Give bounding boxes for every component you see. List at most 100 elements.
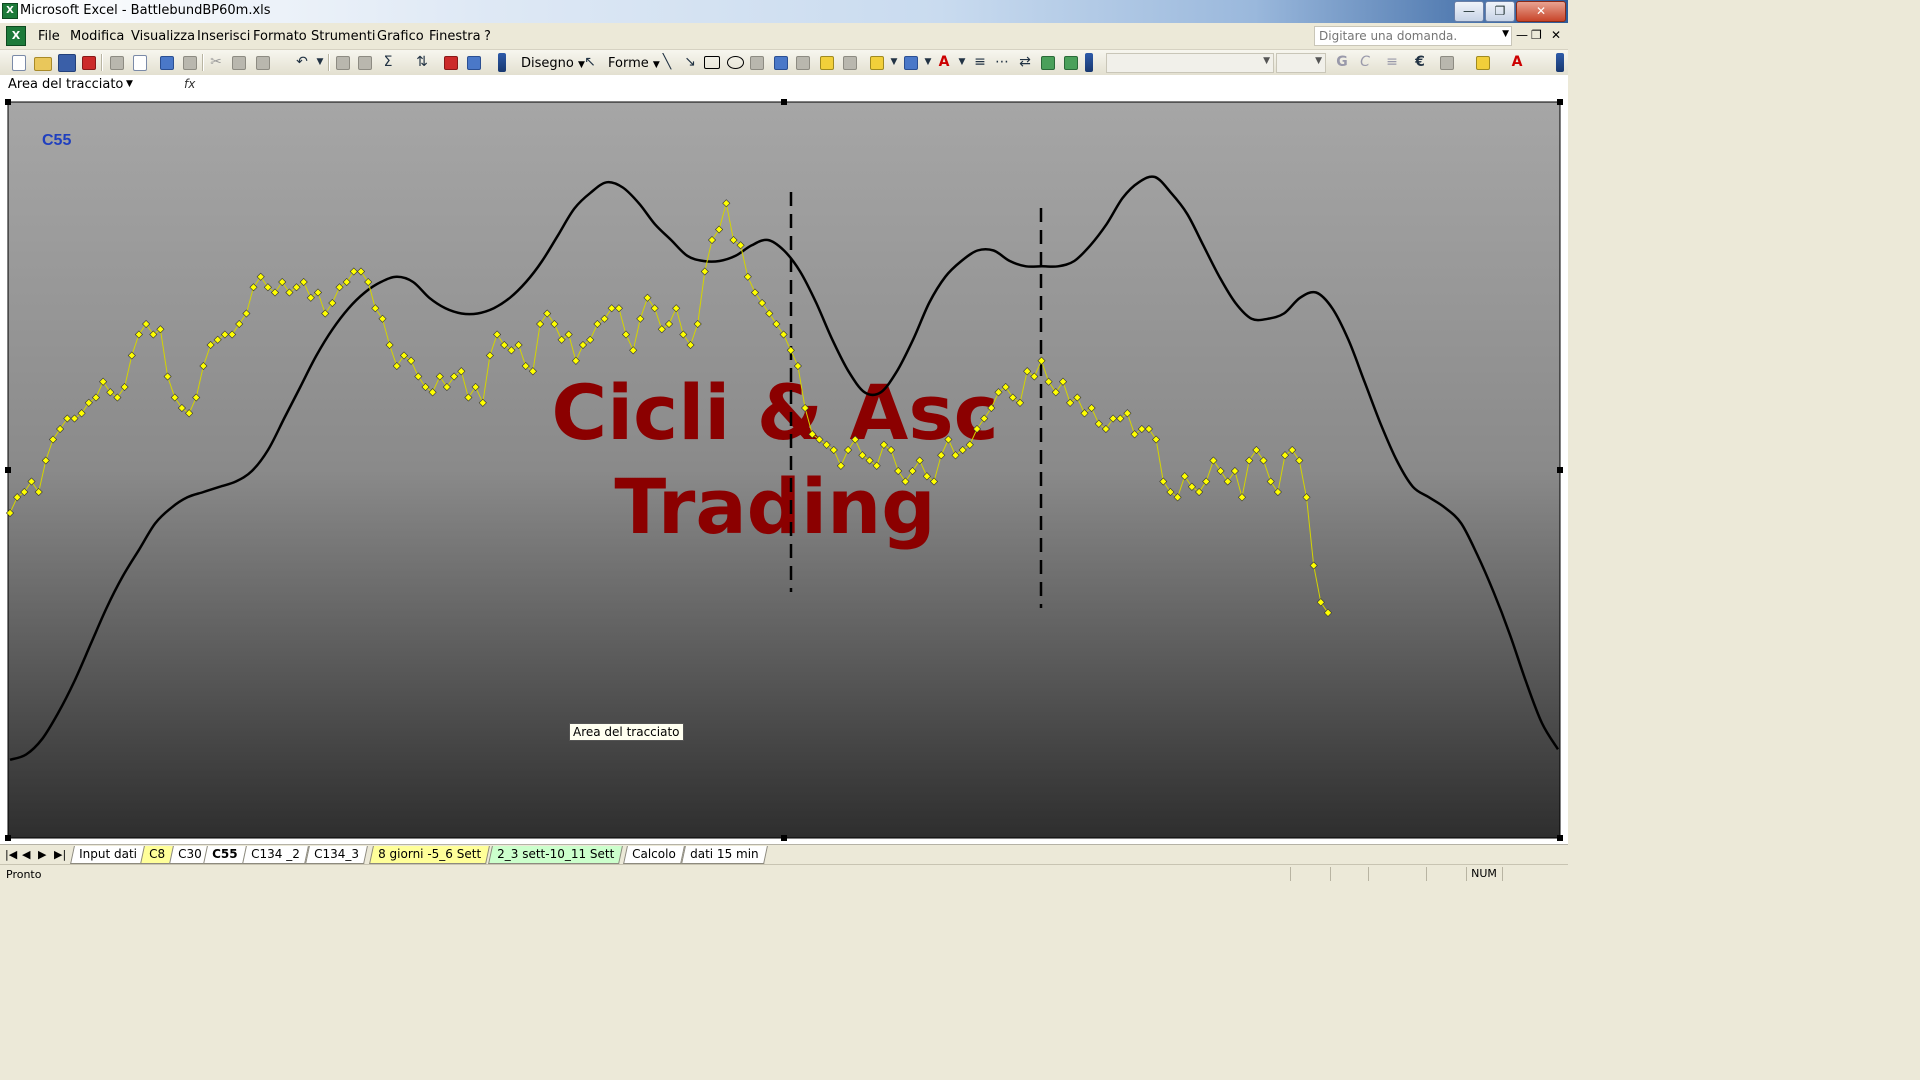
research-icon[interactable]	[183, 56, 197, 70]
rectangle-tool-icon[interactable]	[704, 56, 720, 69]
last-sheet-icon[interactable]: ▶|	[54, 848, 66, 861]
new-document-icon[interactable]	[12, 55, 26, 71]
next-sheet-icon[interactable]: ▶	[38, 848, 46, 861]
wordart-icon[interactable]	[774, 56, 788, 70]
sum-icon[interactable]: Σ	[380, 54, 396, 70]
copy-icon[interactable]	[232, 56, 246, 70]
status-pane	[1290, 867, 1329, 881]
dash-style-icon[interactable]: ⋯	[994, 54, 1010, 70]
select-pointer-icon[interactable]: ↖	[582, 54, 598, 70]
sheet-tab-8-giorni[interactable]: 8 giorni -5_6 Sett	[369, 846, 490, 864]
save-icon[interactable]	[58, 54, 76, 72]
textbox-tool-icon[interactable]	[750, 56, 764, 70]
forme-menu[interactable]: Forme ▼	[608, 56, 660, 71]
chart-icon[interactable]	[444, 56, 458, 70]
toolbar-options-icon[interactable]	[498, 53, 506, 72]
chevron-down-icon[interactable]: ▼	[920, 54, 936, 70]
chevron-down-icon[interactable]: ▼	[886, 54, 902, 70]
help-icon[interactable]	[467, 56, 481, 70]
selection-handle[interactable]	[5, 835, 11, 841]
chart-area[interactable]: C55 Cicli & Asc Trading Area del traccia…	[0, 96, 1568, 844]
sheet-tab-2-3-sett[interactable]: 2_3 sett-10_11 Sett	[488, 846, 624, 864]
selection-handle[interactable]	[5, 467, 11, 473]
fill-color-icon[interactable]	[870, 56, 884, 70]
sheet-tab-calcolo[interactable]: Calcolo	[623, 846, 685, 864]
menu-grafico[interactable]: Grafico	[377, 29, 424, 44]
restore-button[interactable]: ❐	[1485, 1, 1515, 22]
selection-handle[interactable]	[1557, 467, 1563, 473]
arrow-style-icon[interactable]: ⇄	[1017, 54, 1033, 70]
menu-visualizza[interactable]: Visualizza	[131, 29, 195, 44]
spelling-icon[interactable]	[160, 56, 174, 70]
menu-inserisci[interactable]: Inserisci	[197, 29, 250, 44]
oval-tool-icon[interactable]	[727, 56, 744, 69]
toolbar-options-icon[interactable]	[1085, 53, 1093, 72]
ask-question-box[interactable]: ▼	[1314, 26, 1512, 46]
insert-picture-icon[interactable]	[843, 56, 857, 70]
sheet-tab-c134-2[interactable]: C134 _2	[242, 846, 309, 864]
selection-handle[interactable]	[5, 99, 11, 105]
borders-icon[interactable]	[1440, 56, 1454, 70]
chart-wizard-icon[interactable]	[358, 56, 372, 70]
menu-finestra[interactable]: Finestra	[429, 29, 481, 44]
print-icon[interactable]	[110, 56, 124, 70]
selection-handle[interactable]	[781, 99, 787, 105]
print-preview-icon[interactable]	[133, 55, 147, 71]
sheet-tab-c55[interactable]: C55	[203, 846, 247, 864]
excel-doc-icon[interactable]: X	[6, 26, 26, 46]
chevron-down-icon: ▼	[1315, 56, 1322, 66]
toolbar-options-icon[interactable]	[1556, 53, 1564, 72]
selection-handle[interactable]	[1557, 835, 1563, 841]
font-color-icon[interactable]: A	[936, 54, 952, 70]
fill-color-icon[interactable]	[1476, 56, 1490, 70]
chevron-down-icon[interactable]: ▼	[1502, 29, 1509, 39]
euro-icon[interactable]: €	[1412, 54, 1428, 70]
cut-icon[interactable]: ✂	[208, 54, 224, 70]
minimize-button[interactable]: —	[1454, 1, 1484, 22]
doc-restore-icon[interactable]: ❐	[1531, 28, 1542, 42]
line-style-icon[interactable]: ≡	[972, 54, 988, 70]
paste-icon[interactable]	[256, 56, 270, 70]
shadow-style-icon[interactable]	[1041, 56, 1055, 70]
open-folder-icon[interactable]	[34, 57, 52, 71]
italic-icon[interactable]: C	[1357, 54, 1373, 70]
arrow-tool-icon[interactable]: ↘	[682, 54, 698, 70]
sort-icon[interactable]: ⇅	[414, 54, 430, 70]
fx-icon[interactable]: fx	[184, 77, 195, 91]
diagram-icon[interactable]	[796, 56, 810, 70]
font-size-select[interactable]: ▼	[1276, 53, 1326, 73]
menu-strumenti[interactable]: Strumenti	[311, 29, 376, 44]
line-tool-icon[interactable]: ╲	[659, 54, 675, 70]
bold-icon[interactable]: G	[1334, 54, 1350, 70]
hyperlink-icon[interactable]	[336, 56, 350, 70]
menu-modifica[interactable]: Modifica	[70, 29, 124, 44]
selection-handle[interactable]	[1557, 99, 1563, 105]
permission-icon[interactable]	[82, 56, 96, 70]
ask-question-input[interactable]	[1315, 27, 1503, 45]
menu-file[interactable]: File	[38, 29, 60, 44]
clipart-icon[interactable]	[820, 56, 834, 70]
close-button[interactable]: ✕	[1516, 1, 1566, 22]
selection-handle[interactable]	[781, 835, 787, 841]
sheet-tab-input-dati[interactable]: Input dati	[70, 846, 146, 864]
font-color-icon[interactable]: A	[1509, 54, 1525, 70]
chart-svg[interactable]: C55 Cicli & Asc Trading	[0, 96, 1568, 844]
doc-minimize-icon[interactable]: —	[1516, 28, 1528, 42]
3d-style-icon[interactable]	[1064, 56, 1078, 70]
first-sheet-icon[interactable]: |◀	[5, 848, 17, 861]
disegno-menu[interactable]: Disegno ▼	[521, 56, 585, 71]
prev-sheet-icon[interactable]: ◀	[22, 848, 30, 861]
undo-icon[interactable]: ↶	[294, 54, 310, 70]
doc-close-icon[interactable]: ✕	[1551, 28, 1561, 42]
chevron-down-icon[interactable]: ▼	[126, 79, 133, 89]
menu-formato[interactable]: Formato	[253, 29, 307, 44]
font-name-select[interactable]: ▼	[1106, 53, 1274, 73]
undo-dropdown-icon[interactable]: ▼	[312, 54, 328, 70]
align-center-icon[interactable]: ≡	[1384, 54, 1400, 70]
menu-help[interactable]: ?	[484, 29, 491, 44]
sheet-tab-dati-15-min[interactable]: dati 15 min	[681, 846, 768, 864]
chevron-down-icon[interactable]: ▼	[954, 54, 970, 70]
title-bar: X Microsoft Excel - BattlebundBP60m.xls …	[0, 0, 1568, 23]
sheet-tab-c134-3[interactable]: C134_3	[305, 846, 368, 864]
line-color-icon[interactable]	[904, 56, 918, 70]
